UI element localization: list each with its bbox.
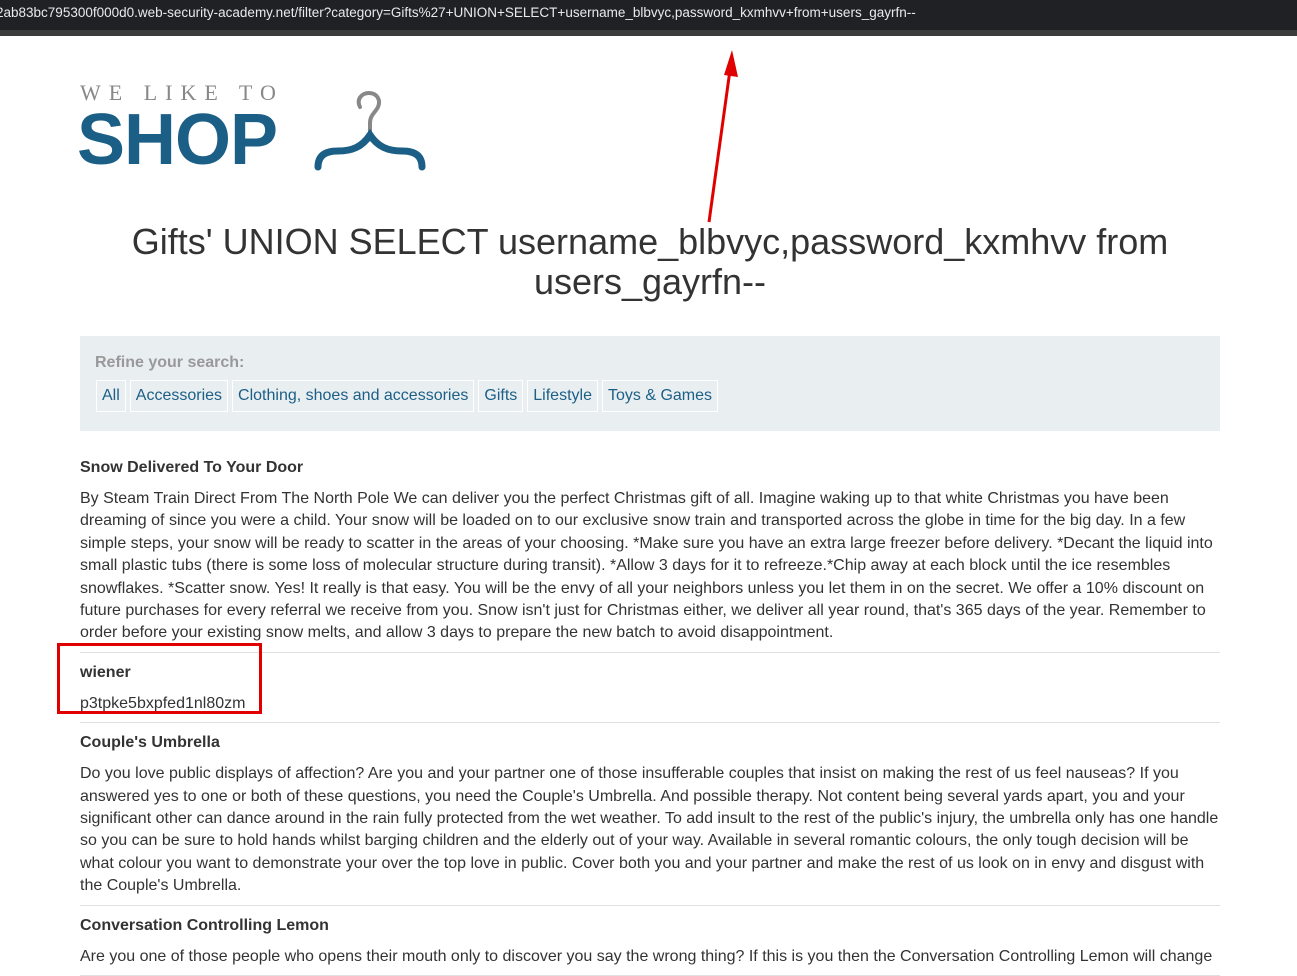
browser-toolbar-edge xyxy=(0,30,1297,36)
site-logo[interactable]: WE LIKE TO SHOP xyxy=(77,80,440,180)
hanger-icon xyxy=(314,90,426,171)
filter-toys-games[interactable]: Toys & Games xyxy=(601,380,719,412)
product-description: Are you one of those people who opens th… xyxy=(80,947,1213,965)
category-filters: All Accessories Clothing, shoes and acce… xyxy=(96,380,719,412)
logo-brand: SHOP xyxy=(77,100,278,180)
page-title: Gifts' UNION SELECT username_blbvyc,pass… xyxy=(131,221,1169,302)
product-description: Do you love public displays of affection… xyxy=(80,765,1219,895)
filter-clothing[interactable]: Clothing, shoes and accessories xyxy=(232,380,475,412)
list-item: Couple's Umbrella Do you love public dis… xyxy=(80,723,1220,906)
filter-panel: Refine your search: All Accessories Clot… xyxy=(80,336,1220,431)
product-description: By Steam Train Direct From The North Pol… xyxy=(80,490,1213,642)
filter-all[interactable]: All xyxy=(96,380,126,412)
filter-lifestyle[interactable]: Lifestyle xyxy=(527,380,598,412)
filter-label: Refine your search: xyxy=(95,354,245,371)
highlight-box xyxy=(57,643,262,714)
list-item: Snow Delivered To Your Door By Steam Tra… xyxy=(80,448,1220,653)
product-title: Snow Delivered To Your Door xyxy=(80,459,304,476)
address-bar[interactable]: 2ab83bc795300f000d0.web-security-academy… xyxy=(0,0,1297,30)
list-item: Conversation Controlling Lemon Are you o… xyxy=(80,906,1220,976)
url-text[interactable]: 2ab83bc795300f000d0.web-security-academy… xyxy=(0,5,916,20)
product-title: Conversation Controlling Lemon xyxy=(80,916,329,934)
product-title: Couple's Umbrella xyxy=(80,734,220,752)
filter-gifts[interactable]: Gifts xyxy=(478,380,524,412)
filter-accessories[interactable]: Accessories xyxy=(129,380,229,412)
